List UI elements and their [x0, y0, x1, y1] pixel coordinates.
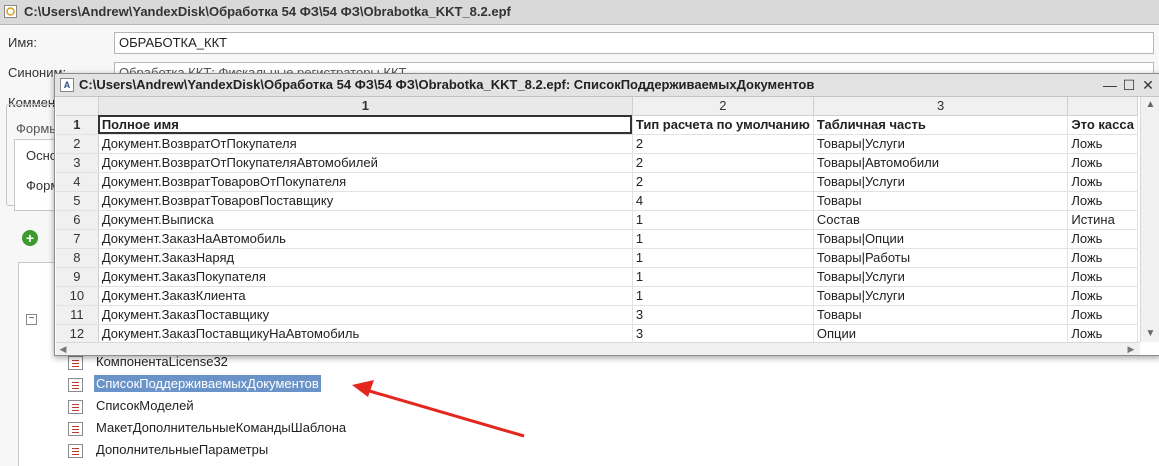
table-cell[interactable]: 2	[632, 172, 814, 192]
row-header[interactable]: 10	[56, 286, 99, 306]
table-cell[interactable]: Товары|Опции	[813, 229, 1069, 249]
table-row: 1 Полное имя Тип расчета по умолчанию Та…	[56, 115, 1138, 135]
table-cell[interactable]: Ложь	[1067, 153, 1138, 173]
table-cell[interactable]: Ложь	[1067, 305, 1138, 325]
row-header[interactable]: 7	[56, 229, 99, 249]
table-row: 10 Документ.ЗаказКлиента 1 Товары|Услуги…	[56, 286, 1138, 306]
column-header-row: 1 2 3	[56, 97, 1138, 116]
table-cell[interactable]: Товары	[813, 191, 1069, 211]
scroll-down-icon[interactable]: ▼	[1141, 326, 1159, 342]
table-cell[interactable]: 4	[632, 191, 814, 211]
table-cell[interactable]: Документ.ЗаказПокупателя	[98, 267, 633, 287]
table-cell[interactable]: Истина	[1067, 210, 1138, 230]
table-cell[interactable]: Ложь	[1067, 191, 1138, 211]
table-window-titlebar[interactable]: A C:\Users\Andrew\YandexDisk\Обработка 5…	[55, 74, 1159, 97]
spreadsheet-document-icon: A	[60, 78, 74, 92]
table-cell[interactable]: Товары|Автомобили	[813, 153, 1069, 173]
horizontal-scrollbar[interactable]: ◀ ▶	[56, 342, 1140, 355]
row-header[interactable]: 12	[56, 324, 99, 342]
table-cell[interactable]: 1	[632, 267, 814, 287]
table-cell[interactable]: Документ.Выписка	[98, 210, 633, 230]
table-cell[interactable]: Ложь	[1067, 324, 1138, 342]
spreadsheet-grid[interactable]: 1 2 3 1 Полное имя Тип расчета по умолча…	[56, 97, 1138, 342]
table-cell[interactable]: 3	[632, 305, 814, 325]
table-cell[interactable]: Документ.ЗаказПоставщикуНаАвтомобиль	[98, 324, 633, 342]
table-cell[interactable]: 1	[632, 229, 814, 249]
table-cell[interactable]: Ложь	[1067, 248, 1138, 268]
row-header[interactable]: 9	[56, 267, 99, 287]
table-document-window: A C:\Users\Andrew\YandexDisk\Обработка 5…	[54, 73, 1159, 356]
table-cell[interactable]: 2	[632, 153, 814, 173]
table-cell[interactable]: 1	[632, 248, 814, 268]
table-cell[interactable]: 2	[632, 134, 814, 154]
table-cell[interactable]: Это касса	[1067, 115, 1138, 135]
table-cell[interactable]: Товары|Услуги	[813, 286, 1069, 306]
row-header[interactable]: 8	[56, 248, 99, 268]
row-header[interactable]: 11	[56, 305, 99, 325]
corner-cell[interactable]	[56, 97, 99, 116]
table-cell[interactable]: Опции	[813, 324, 1069, 342]
table-cell[interactable]: Ложь	[1067, 286, 1138, 306]
table-cell[interactable]: Тип расчета по умолчанию	[632, 115, 814, 135]
table-cell[interactable]: Состав	[813, 210, 1069, 230]
row-header[interactable]: 3	[56, 153, 99, 173]
table-cell[interactable]: Товары	[813, 305, 1069, 325]
table-cell[interactable]: Документ.ВозвратОтПокупателяАвтомобилей	[98, 153, 633, 173]
scroll-left-icon[interactable]: ◀	[56, 343, 70, 355]
table-row: 2 Документ.ВозвратОтПокупателя 2 Товары|…	[56, 134, 1138, 154]
table-row: 9 Документ.ЗаказПокупателя 1 Товары|Услу…	[56, 267, 1138, 287]
scroll-right-icon[interactable]: ▶	[1124, 343, 1138, 355]
column-header[interactable]	[1067, 97, 1138, 116]
table-cell[interactable]: 1	[632, 210, 814, 230]
row-header[interactable]: 1	[56, 115, 99, 135]
table-cell[interactable]: 1	[632, 286, 814, 306]
row-header[interactable]: 4	[56, 172, 99, 192]
scroll-up-icon[interactable]: ▲	[1141, 97, 1159, 113]
table-cell[interactable]: Товары|Услуги	[813, 267, 1069, 287]
table-row: 11 Документ.ЗаказПоставщику 3 Товары Лож…	[56, 305, 1138, 325]
minimize-button[interactable]: —	[1100, 76, 1120, 94]
table-row: 3 Документ.ВозвратОтПокупателяАвтомобиле…	[56, 153, 1138, 173]
table-cell[interactable]: Документ.ВозвратТоваровОтПокупателя	[98, 172, 633, 192]
table-cell[interactable]: Документ.ЗаказНаАвтомобиль	[98, 229, 633, 249]
table-row: 12 Документ.ЗаказПоставщикуНаАвтомобиль …	[56, 324, 1138, 342]
vertical-scrollbar[interactable]: ▲ ▼	[1140, 97, 1159, 342]
maximize-button[interactable]: ☐	[1119, 76, 1139, 94]
column-header[interactable]: 3	[813, 97, 1069, 116]
table-cell[interactable]: Документ.ЗаказПоставщику	[98, 305, 633, 325]
table-row: 6 Документ.Выписка 1 Состав Истина	[56, 210, 1138, 230]
row-header[interactable]: 2	[56, 134, 99, 154]
table-cell[interactable]: Ложь	[1067, 172, 1138, 192]
column-header[interactable]: 2	[632, 97, 814, 116]
table-cell[interactable]: Табличная часть	[813, 115, 1069, 135]
table-cell[interactable]: Товары|Услуги	[813, 172, 1069, 192]
table-cell[interactable]: Ложь	[1067, 267, 1138, 287]
table-row: 5 Документ.ВозвратТоваровПоставщику 4 То…	[56, 191, 1138, 211]
row-header[interactable]: 6	[56, 210, 99, 230]
table-cell[interactable]: Товары|Услуги	[813, 134, 1069, 154]
table-row: 4 Документ.ВозвратТоваровОтПокупателя 2 …	[56, 172, 1138, 192]
table-cell[interactable]: Ложь	[1067, 134, 1138, 154]
table-cell[interactable]: Документ.ЗаказКлиента	[98, 286, 633, 306]
table-cell[interactable]: Полное имя	[98, 115, 633, 135]
table-cell[interactable]: Документ.ВозвратОтПокупателя	[98, 134, 633, 154]
table-row: 7 Документ.ЗаказНаАвтомобиль 1 Товары|Оп…	[56, 229, 1138, 249]
table-cell[interactable]: Документ.ВозвратТоваровПоставщику	[98, 191, 633, 211]
column-header[interactable]: 1	[98, 97, 633, 116]
table-cell[interactable]: 3	[632, 324, 814, 342]
close-button[interactable]: ✕	[1138, 76, 1158, 94]
table-window-title: C:\Users\Andrew\YandexDisk\Обработка 54 …	[79, 77, 815, 92]
table-cell[interactable]: Ложь	[1067, 229, 1138, 249]
table-row: 8 Документ.ЗаказНаряд 1 Товары|Работы Ло…	[56, 248, 1138, 268]
table-cell[interactable]: Товары|Работы	[813, 248, 1069, 268]
row-header[interactable]: 5	[56, 191, 99, 211]
table-cell[interactable]: Документ.ЗаказНаряд	[98, 248, 633, 268]
